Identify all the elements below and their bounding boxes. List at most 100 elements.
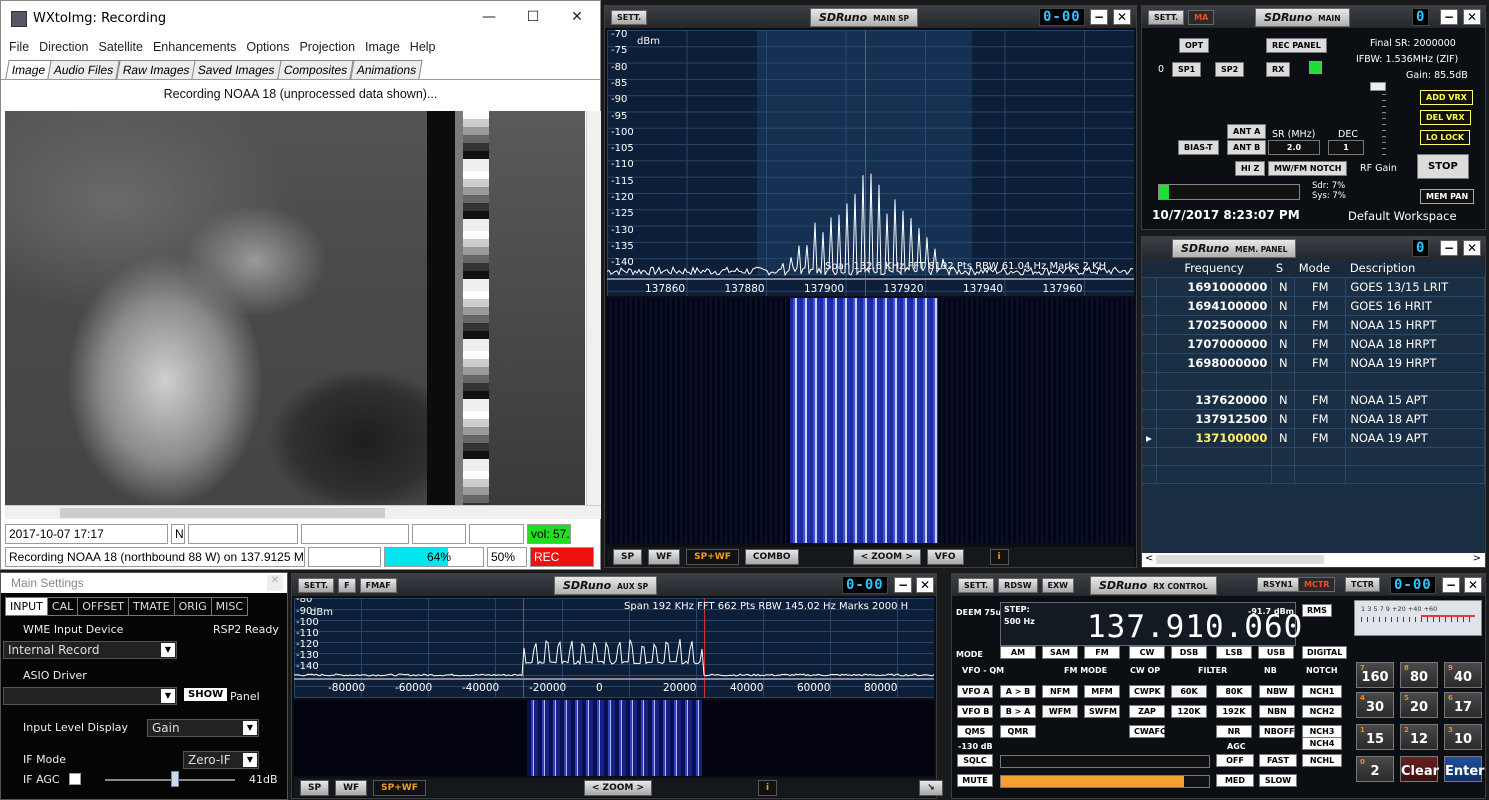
sp-button[interactable]: SP [613, 549, 643, 565]
menu-image[interactable]: Image [365, 40, 400, 54]
exw-button[interactable]: EXW [1041, 577, 1075, 593]
wf-button[interactable]: WF [335, 779, 368, 796]
sett-button[interactable]: SETT. [1148, 9, 1185, 25]
minimize-icon[interactable]: − [1440, 9, 1458, 25]
rms-button[interactable]: RMS [1302, 604, 1332, 617]
hi-z-button[interactable]: HI Z [1235, 161, 1266, 176]
minimize-icon[interactable]: − [1090, 9, 1108, 25]
keypad-20-button[interactable]: 5 20 [1400, 692, 1438, 718]
zoom-control[interactable]: < ZOOM > [583, 779, 653, 796]
table-row[interactable]: 1694100000 N FM GOES 16 HRIT [1142, 296, 1485, 316]
sp-wf-button[interactable]: SP+WF [373, 779, 426, 796]
mctr-button[interactable]: MCTR [1298, 577, 1336, 592]
tab-image[interactable]: Image [5, 60, 53, 79]
sett-button[interactable]: SETT. [611, 9, 648, 25]
tab-raw-images[interactable]: Raw Images [116, 60, 197, 79]
col-description[interactable]: Description [1345, 259, 1485, 278]
digital-button[interactable]: DIGITAL [1302, 646, 1348, 659]
nch1-button[interactable]: NCH1 [1302, 685, 1342, 698]
add-vrx-button[interactable]: ADD VRX [1420, 90, 1473, 105]
vfo-a-button[interactable]: VFO A [957, 685, 993, 698]
minimize-icon[interactable]: − [894, 577, 912, 593]
col-s[interactable]: S [1271, 259, 1295, 278]
main-waterfall[interactable] [607, 298, 1134, 543]
nbn-button[interactable]: NBN [1259, 705, 1295, 718]
vfo-b-button[interactable]: VFO B [957, 705, 993, 718]
opt-button[interactable]: OPT [1179, 38, 1210, 53]
if-agc-checkbox[interactable] [69, 773, 81, 785]
60k-button[interactable]: 60K [1171, 685, 1207, 698]
rx-button[interactable]: RX [1266, 62, 1291, 77]
ant-b-button[interactable]: ANT B [1227, 140, 1267, 155]
close-icon[interactable]: ✕ [1463, 240, 1481, 256]
input-device-select[interactable]: Internal Record ▼ [3, 641, 177, 659]
192k-button[interactable]: 192K [1216, 705, 1252, 718]
close-icon[interactable]: ✕ [1113, 9, 1131, 25]
close-icon[interactable]: ✕ [1464, 577, 1482, 593]
agc-fast-button[interactable]: FAST [1259, 754, 1297, 767]
maximize-button[interactable]: ☐ [523, 9, 543, 25]
menu-file[interactable]: File [9, 40, 29, 54]
tab-orig[interactable]: ORIG [173, 597, 212, 616]
mem-pan-button[interactable]: MEM PAN [1420, 189, 1475, 204]
show-button[interactable]: SHOW [184, 688, 228, 701]
tab-tmate[interactable]: TMATE [128, 597, 175, 616]
sett-button[interactable]: SETT. [298, 577, 335, 593]
keypad-30-button[interactable]: 4 30 [1356, 692, 1394, 718]
vfo-button[interactable]: VFO [926, 549, 964, 565]
am-button[interactable]: AM [1000, 646, 1036, 659]
if-agc-slider-track[interactable] [105, 779, 235, 781]
bias-t-button[interactable]: BIAS-T [1178, 140, 1219, 155]
tab-saved-images[interactable]: Saved Images [191, 60, 282, 79]
dsb-button[interactable]: DSB [1171, 646, 1207, 659]
menu-direction[interactable]: Direction [39, 40, 88, 54]
nbw-button[interactable]: NBW [1259, 685, 1295, 698]
stop-button[interactable]: STOP [1417, 154, 1469, 179]
info-button[interactable]: i [989, 549, 1009, 565]
asio-driver-select[interactable]: ▼ [3, 687, 177, 705]
volume-bar[interactable] [1000, 775, 1210, 788]
wfm-button[interactable]: WFM [1042, 705, 1078, 718]
sr-value[interactable]: 2.0 [1268, 140, 1320, 155]
close-icon[interactable]: ✕ [916, 577, 934, 593]
table-row[interactable]: 1702500000 N FM NOAA 15 HRPT [1142, 315, 1485, 335]
close-button[interactable]: ✕ [567, 9, 587, 25]
main-spectrum[interactable]: dBm -70 -75 -80 -85 -90 -95 -100 -105 -110 -115 -1… [607, 30, 1134, 296]
clear-button[interactable]: Clear [1400, 756, 1439, 782]
table-row[interactable]: 1691000000 N FM GOES 13/15 LRIT [1142, 277, 1485, 297]
table-row[interactable]: 1707000000 N FM NOAA 18 HRPT [1142, 334, 1485, 354]
enter-button[interactable]: Enter [1444, 756, 1485, 782]
sp2-button[interactable]: SP2 [1215, 62, 1245, 77]
keypad-80-button[interactable]: 8 80 [1400, 662, 1438, 688]
combo-button[interactable]: COMBO [744, 549, 799, 565]
tab-animations[interactable]: Animations [349, 60, 423, 79]
table-row[interactable]: 137620000 N FM NOAA 15 APT [1142, 390, 1485, 410]
mem-hscroll[interactable]: < > [1142, 553, 1485, 567]
fm-button[interactable]: FM [1084, 646, 1120, 659]
rec-panel-button[interactable]: REC PANEL [1266, 38, 1327, 53]
lsb-button[interactable]: LSB [1216, 646, 1252, 659]
close-icon[interactable]: ✕ [1463, 9, 1481, 25]
aux-waterfall[interactable] [294, 700, 934, 776]
table-row[interactable] [1142, 372, 1485, 391]
f-button[interactable]: F [338, 577, 356, 593]
fmaf-button[interactable]: FMAF [359, 577, 397, 593]
close-icon[interactable]: ✕ [267, 575, 283, 591]
minimize-icon[interactable]: − [1442, 577, 1460, 593]
a-b-button[interactable]: A > B [1000, 685, 1036, 698]
keypad-15-button[interactable]: 1 15 [1356, 724, 1394, 750]
nboff-button[interactable]: NBOFF [1259, 725, 1295, 738]
dec-value[interactable]: 1 [1328, 140, 1364, 155]
sett-button[interactable]: SETT. [958, 577, 995, 593]
rdsw-button[interactable]: RDSW [998, 577, 1038, 593]
keypad-160-button[interactable]: 7 160 [1356, 662, 1394, 688]
80k-button[interactable]: 80K [1216, 685, 1252, 698]
tab-audio-files[interactable]: Audio Files [47, 60, 121, 79]
sp-button[interactable]: SP [300, 779, 330, 796]
mute-button[interactable]: MUTE [957, 774, 993, 787]
horizontal-scrollbar[interactable] [5, 505, 601, 519]
menu-options[interactable]: Options [246, 40, 289, 54]
col-frequency[interactable]: Frequency [1156, 259, 1272, 278]
squelch-bar[interactable] [1000, 755, 1210, 768]
nfm-button[interactable]: NFM [1042, 685, 1078, 698]
